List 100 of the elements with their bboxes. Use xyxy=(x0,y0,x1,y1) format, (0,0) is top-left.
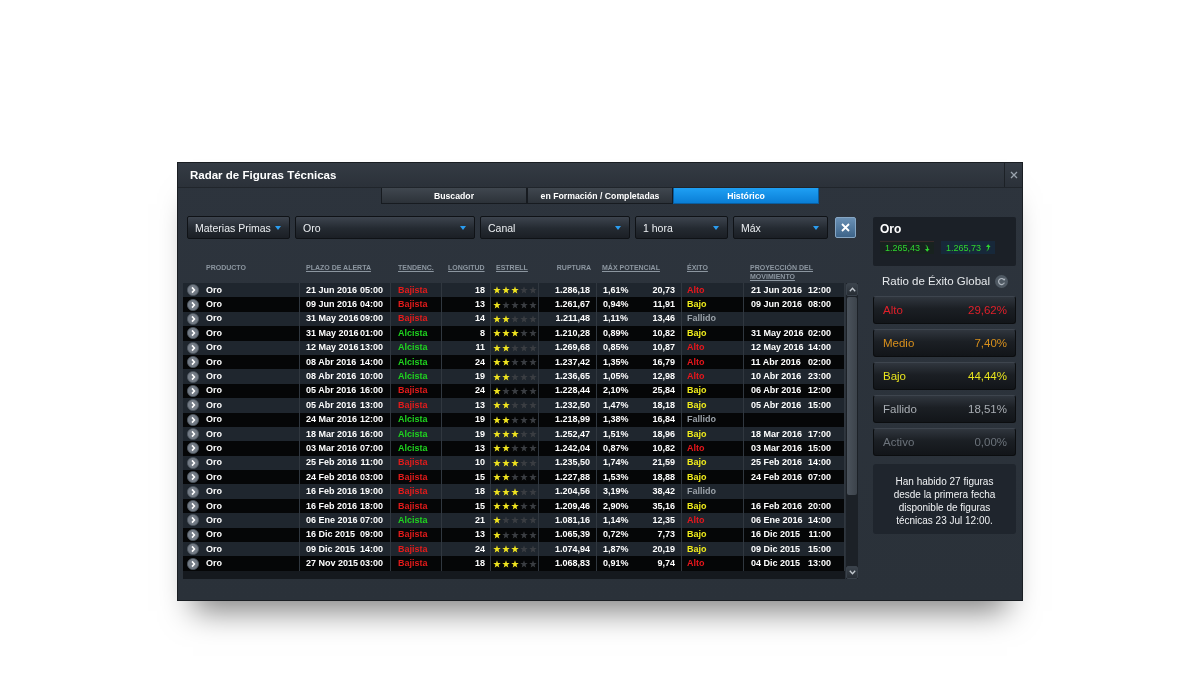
scroll-down-button[interactable] xyxy=(846,566,858,579)
alert-date: 06 Ene 2016 xyxy=(306,514,358,526)
scrollbar[interactable] xyxy=(846,283,858,579)
ratio-label: Alto xyxy=(883,304,903,316)
ask-price: 1.265,73 xyxy=(946,242,982,253)
alert-time: 09:00 xyxy=(359,313,383,325)
summary-text: Han habido 27 figuras desde la primera fecha disponible de figuras técnicas 23 Jul 12:00. xyxy=(873,464,1016,534)
trend-label: Bajista xyxy=(398,313,428,325)
chevron-circle-icon[interactable] xyxy=(187,485,199,498)
alert-time: 16:00 xyxy=(359,428,383,440)
chevron-circle-icon[interactable] xyxy=(187,298,199,311)
tab[interactable]: Histórico xyxy=(673,188,819,204)
alert-date: 05 Abr 2016 xyxy=(306,399,357,411)
potential-percent: 1,51% xyxy=(603,428,629,440)
chevron-circle-icon[interactable] xyxy=(187,471,199,484)
alert-date: 24 Mar 2016 xyxy=(306,414,358,426)
projection-date: 25 Feb 2016 xyxy=(751,457,803,469)
success-label: Alto xyxy=(687,342,705,354)
length-value: 24 xyxy=(475,385,485,397)
length-value: 10 xyxy=(475,457,485,469)
dropdown[interactable]: 1 hora xyxy=(635,216,728,239)
chevron-circle-icon[interactable] xyxy=(187,456,199,469)
chevron-circle-icon[interactable] xyxy=(187,543,199,556)
trend-label: Bajista xyxy=(398,385,428,397)
alert-time: 14:00 xyxy=(359,356,383,368)
alert-time: 10:00 xyxy=(359,371,383,383)
chevron-circle-icon[interactable] xyxy=(187,356,199,369)
ratio-value: 44,44% xyxy=(968,370,1007,382)
breakout-price: 1.204,56 xyxy=(554,486,590,498)
alert-time: 03:00 xyxy=(359,558,383,570)
potential-value: 20,73 xyxy=(652,284,675,296)
chevron-circle-icon[interactable] xyxy=(187,442,199,455)
success-label: Bajo xyxy=(687,457,707,469)
breakout-price: 1.065,39 xyxy=(554,529,590,541)
chevron-circle-icon[interactable] xyxy=(187,284,199,297)
projection-time: 15:00 xyxy=(807,399,831,411)
chevron-circle-icon[interactable] xyxy=(187,370,199,383)
product-name: Oro xyxy=(206,284,222,296)
chevron-circle-icon[interactable] xyxy=(187,528,199,541)
trend-label: Alcista xyxy=(398,342,428,354)
projection-time: 20:00 xyxy=(807,500,831,512)
tab[interactable]: en Formación / Completadas xyxy=(527,188,673,204)
caret-down-icon xyxy=(275,225,281,230)
breakout-price: 1.235,50 xyxy=(554,457,590,469)
product-name: Oro xyxy=(206,356,222,368)
trend-label: Bajista xyxy=(398,558,428,570)
alert-date: 21 Jun 2016 xyxy=(306,284,358,296)
clear-button[interactable] xyxy=(835,217,856,238)
potential-value: 16,84 xyxy=(652,414,675,426)
potential-percent: 1,05% xyxy=(603,371,629,383)
refresh-icon[interactable] xyxy=(995,274,1008,288)
success-label: Bajo xyxy=(687,399,707,411)
projection-time: 08:00 xyxy=(807,299,831,311)
potential-value: 35,16 xyxy=(652,500,675,512)
trend-label: Bajista xyxy=(398,299,428,311)
chevron-circle-icon[interactable] xyxy=(187,399,199,412)
chevron-circle-icon[interactable] xyxy=(187,514,199,527)
chevron-circle-icon[interactable] xyxy=(187,500,199,513)
trend-label: Bajista xyxy=(398,457,428,469)
breakout-price: 1.210,28 xyxy=(554,327,590,339)
alert-date: 24 Feb 2016 xyxy=(306,471,358,483)
dropdown[interactable]: Materias Primas xyxy=(187,216,290,239)
projection-date: 16 Feb 2016 xyxy=(751,500,803,512)
chevron-circle-icon[interactable] xyxy=(187,312,199,325)
alert-date: 16 Dic 2015 xyxy=(306,529,356,541)
length-value: 13 xyxy=(475,399,485,411)
product-name: Oro xyxy=(206,443,222,454)
dropdown[interactable]: Canal xyxy=(480,216,630,239)
alert-date: 08 Abr 2016 xyxy=(306,371,357,383)
potential-value: 10,82 xyxy=(652,327,675,339)
chevron-circle-icon[interactable] xyxy=(187,384,199,397)
potential-value: 10,82 xyxy=(652,443,675,454)
projection-time: 07:00 xyxy=(807,471,831,483)
scrollbar-thumb[interactable] xyxy=(847,297,857,495)
chevron-circle-icon[interactable] xyxy=(187,341,199,354)
trend-label: Bajista xyxy=(398,284,428,296)
alert-time: 01:00 xyxy=(359,327,383,339)
chevron-circle-icon[interactable] xyxy=(187,428,199,441)
dropdown[interactable]: Oro xyxy=(295,216,475,239)
alert-time: 12:00 xyxy=(359,414,383,426)
chevron-circle-icon[interactable] xyxy=(187,557,199,570)
dropdown[interactable]: Máx xyxy=(733,216,828,239)
projection-date: 06 Ene 2016 xyxy=(751,514,803,526)
projection-time: 17:00 xyxy=(807,428,831,440)
success-label: Bajo xyxy=(687,529,707,541)
chevron-circle-icon[interactable] xyxy=(187,413,199,426)
alert-date: 18 Mar 2016 xyxy=(306,428,358,440)
chevron-circle-icon[interactable] xyxy=(187,327,199,340)
length-value: 18 xyxy=(475,486,485,498)
alert-time: 18:00 xyxy=(359,500,383,512)
close-icon xyxy=(1009,171,1018,179)
projection-time: 12:00 xyxy=(807,385,831,397)
potential-value: 38,42 xyxy=(652,486,675,498)
potential-percent: 1,61% xyxy=(603,284,629,296)
length-value: 15 xyxy=(475,471,485,483)
scroll-up-button[interactable] xyxy=(846,283,858,296)
product-name: Oro xyxy=(206,558,222,570)
tab[interactable]: Buscador xyxy=(381,188,527,204)
breakout-price: 1.269,68 xyxy=(554,342,590,354)
potential-percent: 1,38% xyxy=(603,414,629,426)
